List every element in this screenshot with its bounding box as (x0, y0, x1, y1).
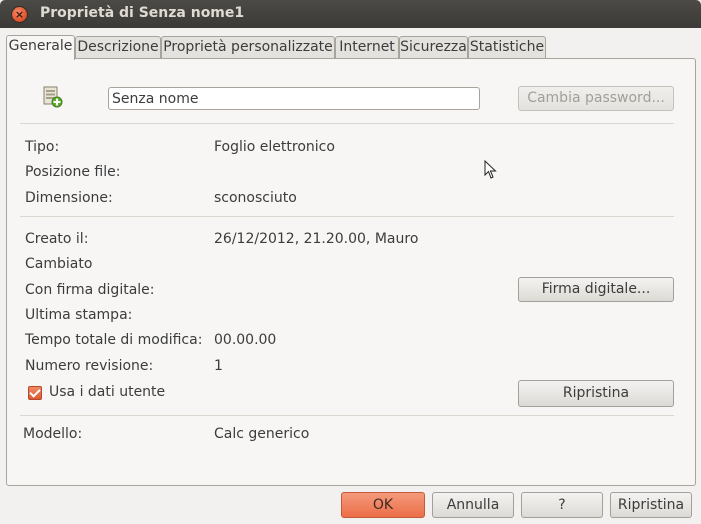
type-value: Foglio elettronico (214, 139, 335, 155)
use-user-data-checkbox[interactable] (28, 386, 42, 400)
separator (20, 123, 674, 124)
type-label: Tipo: (25, 139, 60, 155)
revision-number-label: Numero revisione: (25, 358, 154, 374)
help-button[interactable]: ? (521, 492, 603, 518)
template-label: Modello: (23, 426, 83, 442)
ok-button[interactable]: OK (341, 492, 425, 518)
modified-label: Cambiato (25, 256, 93, 272)
reset-footer-button[interactable]: Ripristina (610, 492, 692, 518)
last-printed-label: Ultima stampa: (25, 307, 133, 323)
total-editing-time-label: Tempo totale di modifica: (25, 332, 203, 348)
total-editing-time-value: 00.00.00 (214, 332, 277, 348)
tab-internet[interactable]: Internet (335, 36, 399, 59)
use-user-data-label[interactable]: Usa i dati utente (49, 384, 165, 400)
digitally-signed-label: Con firma digitale: (25, 282, 155, 298)
separator (20, 415, 674, 416)
reset-properties-button[interactable]: Ripristina (518, 380, 674, 407)
tab-descrizione[interactable]: Descrizione (75, 36, 161, 59)
digital-signature-button[interactable]: Firma digitale... (518, 277, 674, 302)
spreadsheet-document-icon (43, 86, 63, 108)
tab-statistiche[interactable]: Statistiche (468, 36, 546, 59)
tab-generale[interactable]: Generale (6, 35, 75, 60)
created-value: 26/12/2012, 21.20.00, Mauro (214, 231, 419, 247)
document-name-input[interactable] (108, 87, 480, 110)
template-value: Calc generico (214, 426, 310, 442)
location-label: Posizione file: (25, 164, 121, 180)
change-password-button[interactable]: Cambia password... (518, 86, 674, 111)
cancel-button[interactable]: Annulla (432, 492, 514, 518)
size-value: sconosciuto (214, 190, 297, 206)
close-icon[interactable]: × (11, 6, 28, 23)
tab-sicurezza[interactable]: Sicurezza (399, 36, 468, 59)
created-label: Creato il: (25, 231, 89, 247)
title-bar: × Proprietà di Senza nome1 (0, 0, 701, 28)
tab-proprieta-personalizzate[interactable]: Proprietà personalizzate (161, 36, 335, 59)
size-label: Dimensione: (25, 190, 113, 206)
separator (20, 216, 674, 217)
window-title: Proprietà di Senza nome1 (40, 5, 245, 21)
revision-number-value: 1 (214, 358, 223, 374)
mouse-pointer-icon (484, 160, 497, 179)
